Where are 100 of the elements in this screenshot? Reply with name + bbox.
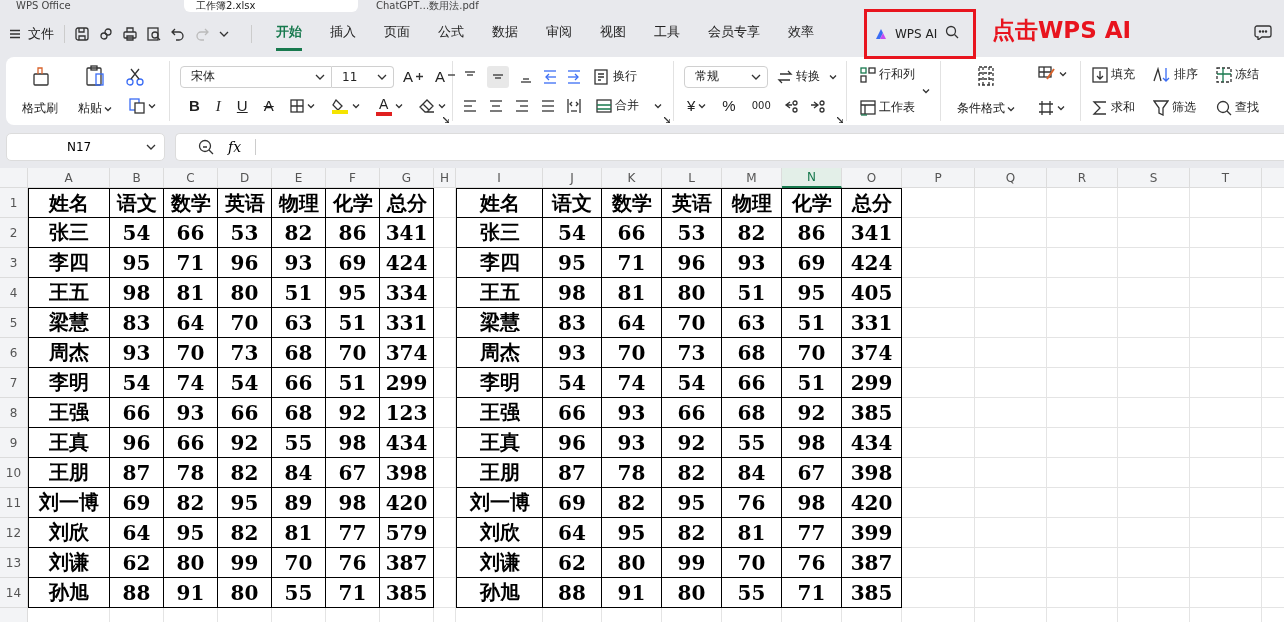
zoom-icon[interactable] bbox=[198, 139, 214, 155]
ai-button[interactable]: WPS AI bbox=[866, 26, 938, 41]
sort-button[interactable]: 排序 bbox=[1150, 64, 1201, 85]
save-icon[interactable] bbox=[75, 26, 89, 41]
menu-tab[interactable]: 插入 bbox=[330, 16, 356, 51]
shrink-font-button[interactable]: A bbox=[432, 66, 459, 87]
chat-icon[interactable] bbox=[1254, 24, 1272, 40]
file-menu[interactable]: 文件 bbox=[28, 24, 54, 43]
column-header[interactable]: A bbox=[28, 168, 110, 188]
column-header[interactable]: E bbox=[272, 168, 326, 188]
column-header[interactable]: G bbox=[380, 168, 434, 188]
menu-tab[interactable]: 公式 bbox=[438, 16, 464, 51]
filter-button[interactable]: 筛选 bbox=[1150, 97, 1201, 118]
italic-button[interactable]: I bbox=[212, 95, 224, 116]
row-header[interactable]: 4 bbox=[0, 278, 28, 308]
worksheet-button[interactable]: 工作表 bbox=[857, 97, 918, 118]
freeze-button[interactable]: 冻结 bbox=[1213, 64, 1262, 85]
menu-tab[interactable]: 效率 bbox=[788, 16, 814, 51]
strikethrough-button[interactable]: A bbox=[260, 95, 277, 116]
search-icon[interactable] bbox=[945, 25, 960, 39]
column-header[interactable]: M bbox=[722, 168, 782, 188]
decrease-decimal-icon[interactable] bbox=[783, 98, 800, 113]
thousands-button[interactable]: 000 bbox=[748, 98, 774, 113]
undo-icon[interactable] bbox=[171, 26, 185, 41]
number-format-select[interactable]: 常规 bbox=[684, 65, 768, 88]
bold-button[interactable]: B bbox=[186, 95, 203, 116]
function-button[interactable]: fx bbox=[228, 139, 242, 155]
column-header[interactable]: P bbox=[902, 168, 975, 188]
app-tab[interactable]: WPS Office bbox=[4, 0, 178, 12]
align-left-icon[interactable] bbox=[463, 98, 477, 113]
menu-tab[interactable]: 会员专享 bbox=[708, 16, 760, 51]
rows-columns-button[interactable]: 行和列 bbox=[857, 64, 918, 85]
caret-icon[interactable] bbox=[654, 102, 662, 109]
underline-button[interactable]: U bbox=[233, 95, 251, 116]
row-header[interactable]: 9 bbox=[0, 428, 28, 458]
caret-icon[interactable] bbox=[1057, 105, 1065, 111]
currency-button[interactable]: ¥ bbox=[684, 95, 710, 116]
caret-icon[interactable] bbox=[1059, 71, 1067, 77]
menu-tab[interactable]: 数据 bbox=[492, 16, 518, 51]
expand-icon[interactable] bbox=[443, 117, 449, 123]
column-header[interactable]: H bbox=[434, 168, 456, 188]
convert-button[interactable]: 转换 bbox=[774, 66, 823, 87]
row-header[interactable]: 11 bbox=[0, 488, 28, 518]
outdent-icon[interactable] bbox=[543, 69, 557, 84]
find-button[interactable]: 查找 bbox=[1213, 97, 1262, 118]
caret-icon[interactable] bbox=[104, 105, 112, 112]
caret-icon[interactable] bbox=[351, 102, 360, 109]
menu-tab[interactable]: 页面 bbox=[384, 16, 410, 51]
dropdown-icon[interactable] bbox=[219, 29, 229, 38]
font-select[interactable]: 宋体 bbox=[180, 65, 332, 88]
caret-icon[interactable] bbox=[698, 102, 707, 109]
indent-icon[interactable] bbox=[567, 69, 581, 84]
wrap-button[interactable]: 换行 bbox=[591, 66, 640, 87]
app-tab[interactable]: ChatGPT…数用法.pdf bbox=[364, 0, 538, 12]
grow-font-button[interactable]: A bbox=[400, 66, 426, 87]
column-header[interactable]: B bbox=[110, 168, 164, 188]
column-header[interactable]: N bbox=[782, 168, 842, 188]
row-header[interactable]: 12 bbox=[0, 518, 28, 548]
menu-tab[interactable]: 视图 bbox=[600, 16, 626, 51]
column-header[interactable]: F bbox=[326, 168, 380, 188]
align-right-icon[interactable] bbox=[515, 98, 529, 113]
column-header[interactable]: S bbox=[1118, 168, 1190, 188]
row-header[interactable]: 13 bbox=[0, 548, 28, 578]
sum-button[interactable]: 求和 bbox=[1089, 97, 1138, 118]
fill-button[interactable]: 填充 bbox=[1089, 64, 1138, 85]
column-header[interactable]: C bbox=[164, 168, 218, 188]
name-box[interactable]: N17 bbox=[6, 133, 165, 161]
column-header[interactable]: Q bbox=[975, 168, 1047, 188]
merge-button[interactable]: 合并 bbox=[593, 95, 642, 116]
increase-decimal-icon[interactable] bbox=[809, 98, 826, 113]
caret-icon[interactable] bbox=[922, 88, 930, 94]
row-header[interactable]: 2 bbox=[0, 218, 28, 248]
column-header[interactable]: R bbox=[1047, 168, 1118, 188]
row-header[interactable]: 8 bbox=[0, 398, 28, 428]
row-header[interactable]: 7 bbox=[0, 368, 28, 398]
row-header[interactable]: 6 bbox=[0, 338, 28, 368]
justify-icon[interactable] bbox=[541, 98, 555, 113]
app-tab[interactable]: 工作簿2.xlsx bbox=[184, 0, 358, 12]
print-preview-icon[interactable] bbox=[147, 26, 161, 41]
caret-icon[interactable] bbox=[829, 73, 837, 80]
menu-tab[interactable]: 审阅 bbox=[546, 16, 572, 51]
formula-field[interactable]: fx bbox=[175, 133, 1284, 161]
column-header[interactable]: T bbox=[1190, 168, 1262, 188]
conditional-format-button[interactable]: 条件格式 bbox=[951, 61, 1021, 121]
distribute-icon[interactable] bbox=[567, 97, 581, 114]
caret-icon[interactable] bbox=[1007, 105, 1015, 112]
link-icon[interactable] bbox=[99, 26, 113, 41]
print-icon[interactable] bbox=[123, 26, 137, 41]
column-header[interactable]: J bbox=[543, 168, 602, 188]
row-header[interactable]: 3 bbox=[0, 248, 28, 278]
align-center-icon[interactable] bbox=[489, 98, 503, 113]
expand-icon[interactable] bbox=[664, 117, 670, 123]
scissors-icon[interactable] bbox=[126, 67, 144, 86]
menu-tab[interactable]: 工具 bbox=[654, 16, 680, 51]
column-header[interactable]: I bbox=[456, 168, 543, 188]
font-size-select[interactable]: 11 bbox=[332, 65, 394, 88]
row-header[interactable]: 10 bbox=[0, 458, 28, 488]
expand-icon[interactable] bbox=[837, 117, 843, 123]
column-header[interactable]: O bbox=[842, 168, 902, 188]
align-middle-button[interactable] bbox=[487, 65, 509, 88]
